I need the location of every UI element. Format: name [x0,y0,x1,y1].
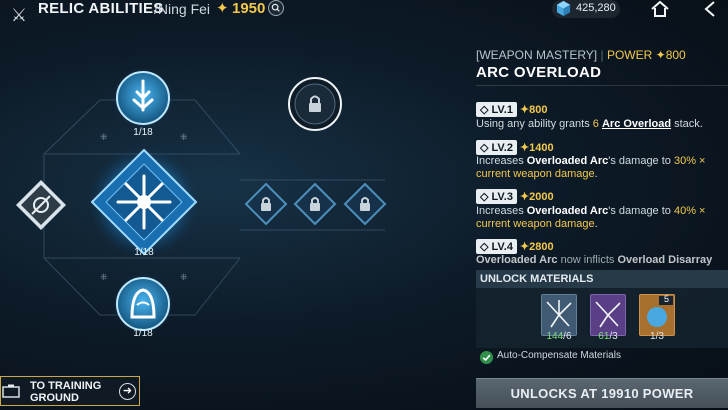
material-count-2: 61/3 [598,331,618,342]
left-ability-node[interactable] [14,178,68,232]
level-row-4: ◇ LV.4 ✦2800 [476,237,554,255]
cube-icon [556,1,571,16]
ability-name: ARC OVERLOAD [476,64,602,81]
currency-value: 425,280 [576,2,616,14]
level-badge: ◇ LV.1 [476,102,517,117]
character-name: /Ning Fei [154,1,211,17]
level-row-1: ◇ LV.1 ✦800 [476,100,548,118]
material-badge: 5 [664,294,670,304]
material-item-2[interactable] [590,294,626,336]
power-icon: ✦ [216,0,229,17]
level-desc-2: Increases Overloaded Arc's damage to 30%… [476,155,706,180]
center-ability-node[interactable] [88,146,200,258]
level-badge: ◇ LV.4 [476,239,517,254]
level-cost: 2800 [529,241,554,253]
level-badge: ◇ LV.2 [476,140,517,155]
material-count-3: 1/3 [650,331,664,342]
search-icon[interactable] [268,0,284,16]
materials-header: UNLOCK MATERIALS [476,270,728,288]
material-count-1: 144/6 [546,331,572,342]
top-node-count: 1/18 [133,127,153,138]
top-ability-node[interactable] [110,68,176,132]
locked-node-2[interactable] [293,182,337,226]
level-row-2: ◇ LV.2 ✦1400 [476,138,554,156]
chevron-icon[interactable] [700,0,720,19]
svg-text:⁜: ⁜ [180,133,188,143]
power-spark-icon: ✦ [519,191,530,203]
svg-text:⁜: ⁜ [180,273,188,283]
diamond-icon: ◇ [480,241,489,253]
svg-text:⁜: ⁜ [100,273,108,283]
diamond-icon: ◇ [480,104,489,116]
locked-ability-node[interactable] [286,76,344,132]
level-desc-1: Using any ability grants 6 Arc Overload … [476,118,703,130]
level-desc-4: Overloaded Arc now inflicts Overload Dis… [476,254,713,266]
locked-node-3[interactable] [343,182,387,226]
training-ground-label: TO TRAINING GROUND [30,380,102,404]
arrow-right-icon[interactable]: ➜ [119,383,136,400]
material-item-3[interactable] [639,294,675,336]
power-label: POWER [606,48,653,62]
skill-tree: ⁜ ⁜ ⁜ ⁜ [43,99,385,316]
bottom-node-count: 1/18 [133,328,153,339]
close-icon[interactable]: ⚔ [8,4,30,26]
divider [476,85,728,86]
locked-node-1[interactable] [244,182,288,226]
diamond-icon: ◇ [480,191,489,203]
level-desc-3: Increases Overloaded Arc's damage to 40%… [476,205,706,230]
ability-power-value: 800 [665,48,686,62]
level-badge: ◇ LV.3 [476,189,517,204]
power-spark-icon: ✦ [655,48,666,62]
svg-text:⁜: ⁜ [100,133,108,143]
category-label: [WEAPON MASTERY] [476,48,598,62]
power-spark-icon: ✦ [519,142,530,154]
check-icon[interactable] [480,351,493,364]
level-cost: 1400 [529,142,554,154]
top-bar: ⚔ RELIC ABILITIES /Ning Fei ✦ 1950 425,2… [0,0,728,30]
power-spark-icon: ✦ [519,104,530,116]
ability-category: [WEAPON MASTERY] | POWER ✦800 [476,48,686,62]
center-node-count: 1/18 [134,247,154,258]
diamond-icon: ◇ [480,142,489,154]
home-icon[interactable] [649,0,671,19]
level-cost: 800 [529,104,548,116]
page-title: RELIC ABILITIES [38,0,164,17]
training-icon [2,384,20,398]
unlock-button[interactable]: UNLOCKS AT 19910 POWER [476,378,728,408]
power-spark-icon: ✦ [519,241,530,253]
level-row-3: ◇ LV.3 ✦2000 [476,187,554,205]
level-cost: 2000 [529,191,554,203]
auto-compensate-label[interactable]: Auto-Compensate Materials [497,350,621,361]
bottom-ability-node[interactable] [110,272,176,336]
material-item-1[interactable] [541,294,577,336]
power-value: 1950 [232,0,266,17]
